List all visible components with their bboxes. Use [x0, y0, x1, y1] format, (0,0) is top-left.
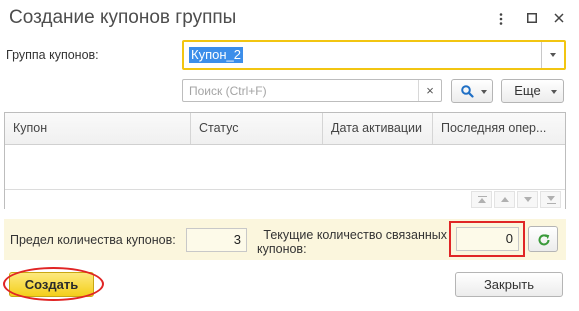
maximize-icon[interactable]	[522, 9, 542, 29]
vertical-dots-icon[interactable]	[491, 9, 511, 29]
find-button[interactable]	[451, 79, 493, 103]
current-count-label-line1: Текущие количество связанных	[263, 228, 447, 242]
scroll-bottom-icon[interactable]	[540, 191, 561, 208]
refresh-button[interactable]	[528, 226, 558, 252]
column-header-coupon[interactable]: Купон	[5, 113, 191, 144]
table-nav-bar	[5, 189, 565, 209]
refresh-icon	[538, 234, 550, 246]
current-count-label-line2: купонов:	[257, 242, 307, 256]
limit-label: Предел количества купонов:	[10, 233, 176, 247]
scroll-up-icon[interactable]	[494, 191, 515, 208]
window-title: Создание купонов группы	[9, 7, 237, 28]
limit-field: 3	[186, 228, 247, 252]
column-header-status[interactable]: Статус	[191, 113, 323, 144]
table-header: Купон Статус Дата активации Последняя оп…	[5, 113, 565, 145]
chevron-down-icon	[551, 90, 557, 94]
scroll-down-icon[interactable]	[517, 191, 538, 208]
group-field-value: Купон_2	[189, 47, 243, 63]
more-button-label: Еще	[514, 83, 541, 98]
current-count-label: Текущие количество связанных купонов:	[257, 228, 447, 256]
clear-search-icon[interactable]: ×	[418, 80, 441, 101]
group-label: Группа купонов:	[6, 48, 99, 62]
create-button-highlight	[3, 267, 104, 301]
column-header-activation-date[interactable]: Дата активации	[323, 113, 433, 144]
column-header-last-operation[interactable]: Последняя опер...	[433, 113, 565, 144]
close-icon[interactable]	[549, 9, 569, 29]
current-count-field: 0	[456, 227, 519, 251]
group-field[interactable]: Купон_2	[182, 40, 566, 70]
chevron-down-icon	[481, 90, 487, 94]
close-button[interactable]: Закрыть	[455, 272, 563, 297]
scroll-top-icon[interactable]	[471, 191, 492, 208]
chevron-down-icon[interactable]	[541, 42, 564, 68]
search-icon	[461, 85, 474, 98]
more-button[interactable]: Еще	[501, 79, 564, 103]
search-box[interactable]: ×	[182, 79, 442, 102]
coupons-table[interactable]: Купон Статус Дата активации Последняя оп…	[4, 112, 566, 209]
search-input[interactable]	[183, 80, 427, 101]
